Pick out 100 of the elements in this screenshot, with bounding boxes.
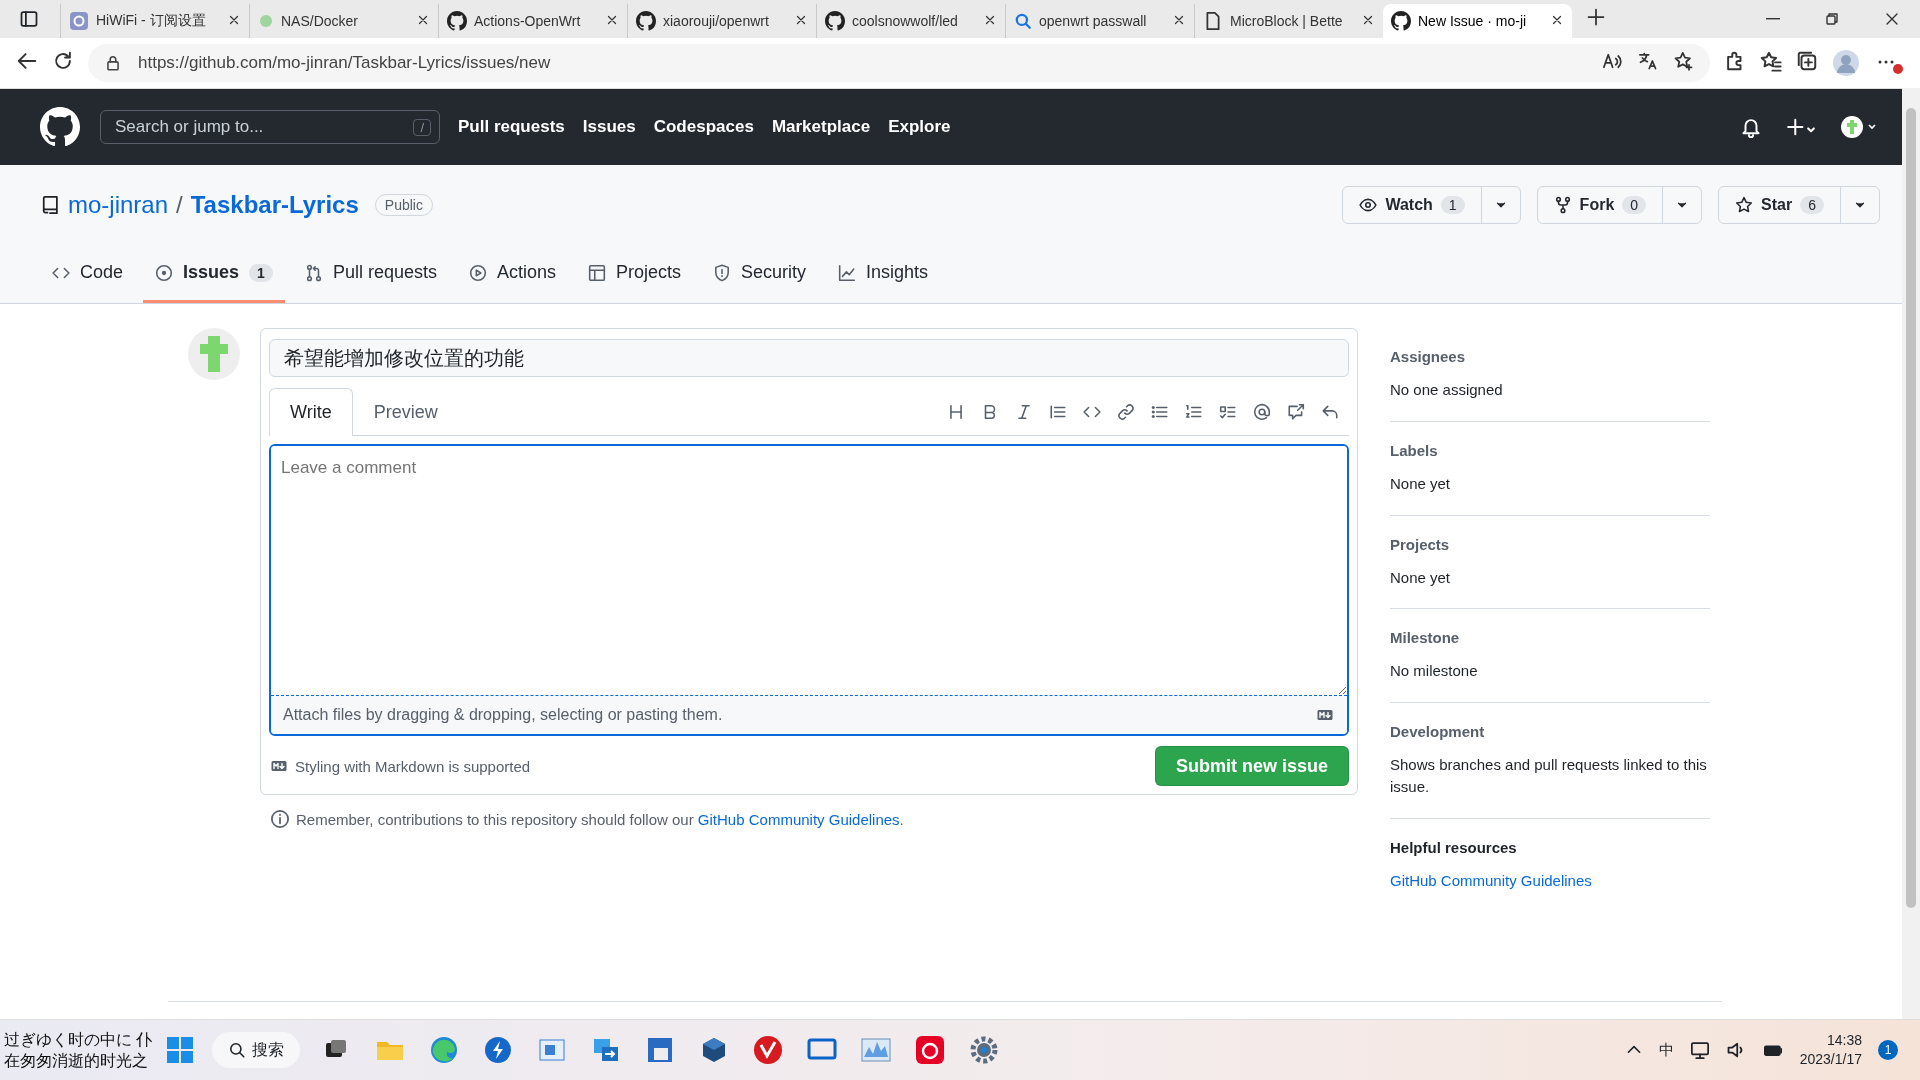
task-list-icon[interactable] — [1219, 403, 1237, 421]
info-icon — [270, 809, 290, 829]
search-field[interactable]: Search or jump to... / — [100, 110, 440, 144]
settings-icon[interactable] — [970, 1036, 999, 1064]
restore-icon — [1824, 11, 1840, 27]
clock-date[interactable]: 2023/1/17 — [1799, 1050, 1862, 1069]
play-icon — [468, 263, 487, 282]
github-logo-icon — [825, 11, 845, 31]
sidebar-heading[interactable]: Development — [1390, 723, 1710, 740]
markdown-icon — [269, 758, 289, 774]
reminder-text: Remember, contributions to this repository should follow our GitHub Community Guidelines. — [296, 810, 904, 828]
repo-owner-link[interactable]: mo-jinran — [68, 191, 169, 219]
sidebar-text: Shows branches and pull requests linked to this issue. — [1390, 755, 1708, 797]
browser-icon[interactable] — [429, 1035, 460, 1065]
shortcut-key: / — [413, 118, 431, 136]
monitor-icon[interactable] — [807, 1037, 838, 1063]
repo-name-link[interactable]: Taskbar-Lyrics — [190, 191, 359, 219]
guidelines-link[interactable]: GitHub Community Guidelines — [697, 810, 900, 828]
editor-tab[interactable]: Write — [269, 388, 353, 436]
sidebar-text: None yet — [1390, 473, 1452, 494]
close-icon — [1884, 11, 1900, 27]
repo-tab[interactable]: Code — [40, 245, 136, 303]
tab-actions-icon — [19, 9, 39, 29]
lyrics-line: 在匆匆消逝的时光之 — [4, 1051, 149, 1071]
mention-icon[interactable] — [1253, 403, 1271, 421]
count-label: 1 — [249, 263, 273, 282]
tab-favicon-icon — [69, 11, 89, 31]
translate-icon — [1638, 50, 1658, 71]
sidebar-heading[interactable]: Milestone — [1390, 629, 1710, 647]
notification-badge[interactable]: 1 — [1878, 1040, 1898, 1060]
new-tab-icon — [1586, 7, 1606, 27]
heading-icon[interactable] — [947, 403, 965, 421]
start-icon[interactable] — [166, 1036, 195, 1064]
path-separator: / — [176, 191, 183, 219]
github-logo-icon — [1391, 11, 1411, 31]
editor-tab[interactable]: Preview — [352, 388, 459, 436]
collections-icon — [1796, 50, 1818, 72]
search-icon — [228, 1041, 247, 1059]
cross-reference-icon[interactable] — [1287, 403, 1305, 421]
link-icon[interactable] — [1117, 403, 1135, 421]
window-app-icon[interactable] — [539, 1038, 566, 1062]
nav-link[interactable]: Issues — [582, 117, 636, 137]
title-field[interactable]: 希望能增加修改位置的功能 — [269, 339, 1349, 377]
bulleted-list-icon[interactable] — [1151, 403, 1169, 421]
count-label: 6 — [1800, 196, 1824, 214]
refresh-icon — [52, 50, 74, 72]
sidebar-text: No one assigned — [1390, 380, 1504, 400]
repo-action-button[interactable]: Fork 0 — [1536, 186, 1703, 224]
plus-dropdown-icon — [1786, 117, 1816, 137]
github-logo-icon — [40, 107, 80, 147]
minimize-icon[interactable] — [1766, 18, 1780, 20]
app-icon[interactable] — [484, 1036, 513, 1064]
attach-hint: Attach files by dragging & dropping, selecting or pasting them. — [283, 706, 723, 724]
fork-icon — [1553, 196, 1572, 214]
profile-avatar-icon[interactable] — [1832, 49, 1860, 77]
markdown-icon — [1315, 707, 1335, 723]
italic-icon[interactable] — [1015, 403, 1033, 421]
repo-tab[interactable]: Security — [701, 245, 819, 303]
github-logo-icon — [636, 11, 656, 31]
remote-desktop-icon[interactable] — [592, 1036, 621, 1064]
scrollbar[interactable] — [1902, 88, 1920, 1020]
repo-tab[interactable]: Projects — [575, 245, 693, 303]
network-icon — [1689, 1040, 1710, 1060]
repo-tab[interactable]: Pull requests — [292, 245, 449, 303]
repo-tab[interactable]: Issues 1 — [143, 245, 285, 303]
address-bar[interactable]: https://github.com/mo-jinran/Taskbar-Lyrics/issues/new — [88, 44, 1710, 82]
app-icon[interactable] — [646, 1036, 675, 1064]
numbered-list-icon[interactable] — [1185, 403, 1203, 421]
graph-icon — [838, 263, 857, 282]
input-method-indicator[interactable]: 中 — [1658, 1040, 1674, 1060]
nav-link[interactable]: Marketplace — [771, 117, 871, 137]
sidebar-heading[interactable]: Labels — [1390, 441, 1710, 459]
favorite-add-icon — [1674, 50, 1694, 71]
tab-favicon-icon — [258, 13, 274, 29]
app-icon[interactable] — [753, 1035, 784, 1065]
guidelines-link[interactable]: GitHub Community Guidelines — [1390, 871, 1592, 889]
comment-field[interactable]: Leave a comment Attach files by dragging & dropping, selecting or pasting them. — [269, 444, 1349, 736]
eye-icon — [1359, 196, 1378, 214]
lyrics-line: 过ぎゆく时の中に 仆 — [4, 1030, 153, 1050]
repo-tab[interactable]: Insights — [826, 245, 941, 303]
star-icon — [1735, 196, 1754, 214]
notification-bell-icon — [1740, 116, 1762, 138]
nav-link[interactable]: Codespaces — [653, 117, 754, 137]
sidebar-heading[interactable]: Projects — [1390, 535, 1710, 553]
repo-tab[interactable]: Actions — [456, 245, 568, 303]
repo-action-button[interactable]: Watch 1 — [1342, 186, 1521, 224]
repo-icon — [40, 195, 60, 215]
quote-icon[interactable] — [1049, 403, 1067, 421]
count-label: 0 — [1622, 196, 1647, 214]
nav-link[interactable]: Pull requests — [458, 117, 565, 137]
nav-link[interactable]: Explore — [888, 117, 951, 137]
sidebar-heading[interactable]: Assignees — [1390, 348, 1710, 365]
repo-action-button[interactable]: Star 6 — [1718, 186, 1880, 224]
reply-icon[interactable] — [1321, 403, 1339, 421]
browser-tab[interactable]: New Issue · mo-ji — [1383, 4, 1572, 38]
sidebar-text: No milestone — [1390, 661, 1479, 682]
music-app-icon[interactable] — [915, 1035, 946, 1065]
taskbar-search[interactable]: 搜索 — [212, 1032, 301, 1068]
search-icon — [1014, 12, 1032, 30]
clock-time[interactable]: 14:38 — [1799, 1031, 1862, 1050]
